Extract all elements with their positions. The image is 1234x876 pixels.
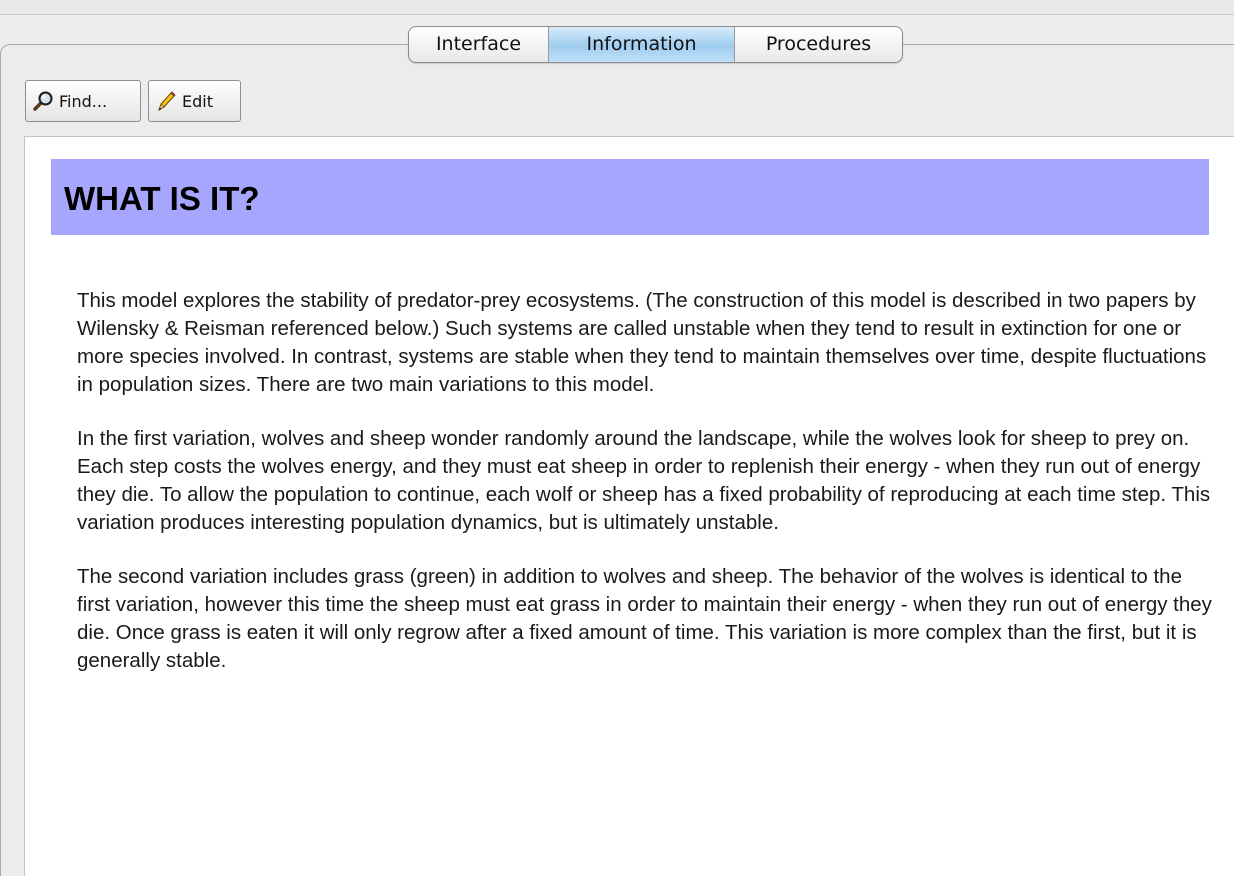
find-button-label: Find... [59,91,108,111]
paragraph: The second variation includes grass (gre… [77,565,1212,672]
tab-procedures[interactable]: Procedures [734,27,902,62]
tab-information[interactable]: Information [548,27,734,62]
edit-button[interactable]: Edit [148,80,241,122]
info-document: WHAT IS IT? This model explores the stab… [24,136,1234,876]
tab-interface[interactable]: Interface [409,27,548,62]
find-button[interactable]: Find... [25,80,141,122]
section-heading-bar: WHAT IS IT? [51,159,1209,235]
section-heading: WHAT IS IT? [64,180,260,217]
edit-button-label: Edit [182,91,213,111]
magnifier-icon [32,90,54,112]
tab-bar: Interface Information Procedures [408,26,903,63]
window-top-edge [0,0,1234,15]
paragraph: This model explores the stability of pre… [77,289,1207,396]
pencil-icon [155,90,177,112]
document-body: This model explores the stability of pre… [77,287,1217,701]
paragraph: In the first variation, wolves and sheep… [77,427,1211,534]
